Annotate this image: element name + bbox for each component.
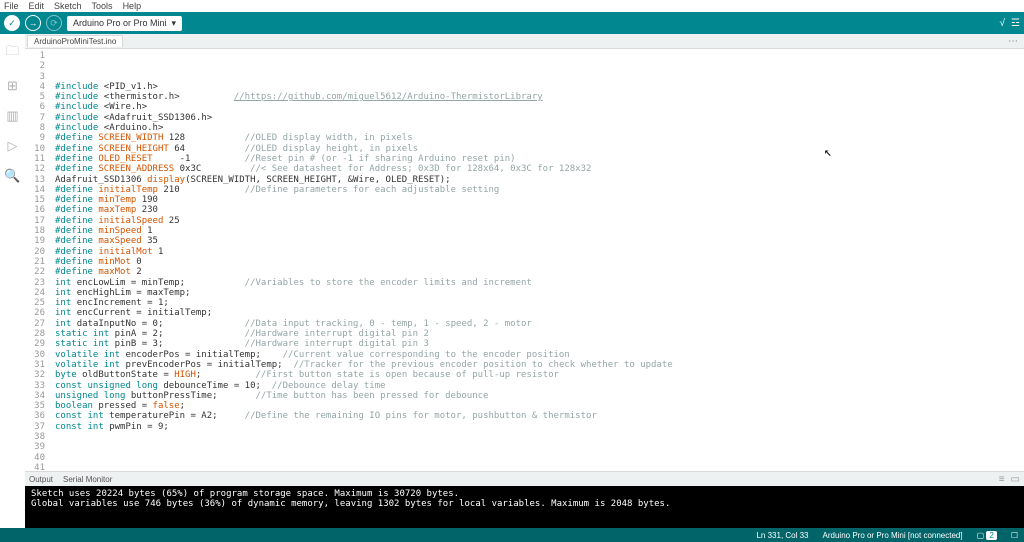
upload-button[interactable]: → [25, 15, 41, 31]
line-gutter: 1234567891011121314151617181920212223242… [25, 49, 51, 471]
toolbar: ✓ → ⟳ Arduino Pro or Pro Mini ▾ √ ☲ [0, 12, 1024, 34]
library-icon[interactable]: ▥ [6, 108, 18, 124]
left-rail: 🗀 ⊞ ▥ ▷ 🔍 [0, 34, 25, 528]
tab-overflow-icon[interactable]: ⋯ [1008, 36, 1018, 47]
notification-badge[interactable]: ▢ 2 [977, 531, 997, 540]
bottom-panel-tabs: Output Serial Monitor ≡ ▭ [25, 471, 1024, 486]
maximize-icon[interactable]: ≡ [999, 474, 1005, 485]
console-line: Global variables use 746 bytes (36%) of … [31, 499, 1018, 509]
output-console[interactable]: Sketch uses 20224 bytes (65%) of program… [25, 486, 1024, 528]
serial-monitor-icon[interactable]: ☲ [1011, 18, 1020, 29]
debug-icon[interactable]: ▷ [8, 138, 18, 154]
chevron-down-icon: ▾ [171, 18, 176, 29]
tab-file[interactable]: ArduinoProMiniTest.ino [27, 35, 123, 47]
boards-icon[interactable]: ⊞ [7, 78, 18, 94]
menu-sketch[interactable]: Sketch [54, 1, 82, 11]
board-selector[interactable]: Arduino Pro or Pro Mini ▾ [67, 16, 182, 31]
console-line: Sketch uses 20224 bytes (65%) of program… [31, 489, 1018, 499]
menu-edit[interactable]: Edit [29, 1, 45, 11]
menu-help[interactable]: Help [123, 1, 142, 11]
menubar: File Edit Sketch Tools Help [0, 0, 1024, 12]
tab-serial-monitor[interactable]: Serial Monitor [63, 475, 112, 484]
status-board[interactable]: Arduino Pro or Pro Mini [not connected] [823, 531, 963, 540]
cursor-position: Ln 331, Col 33 [756, 531, 808, 540]
search-icon[interactable]: 🔍 [4, 168, 20, 184]
tab-output[interactable]: Output [29, 475, 53, 484]
close-panel-icon[interactable]: ▭ [1011, 474, 1020, 485]
board-selector-label: Arduino Pro or Pro Mini [73, 18, 167, 28]
code-area[interactable]: ↖ #include <PID_v1.h>#include <thermisto… [51, 49, 1024, 471]
debug-button[interactable]: ⟳ [46, 15, 62, 31]
close-notif-icon[interactable]: ☐ [1011, 531, 1018, 540]
menu-tools[interactable]: Tools [92, 1, 113, 11]
serial-plotter-icon[interactable]: √ [1000, 18, 1006, 29]
code-editor[interactable]: 1234567891011121314151617181920212223242… [25, 49, 1024, 471]
verify-button[interactable]: ✓ [4, 15, 20, 31]
statusbar: Ln 331, Col 33 Arduino Pro or Pro Mini [… [0, 528, 1024, 542]
tabbar: ArduinoProMiniTest.ino ⋯ [25, 34, 1024, 49]
folder-icon[interactable]: 🗀 [6, 42, 19, 64]
menu-file[interactable]: File [4, 1, 19, 11]
